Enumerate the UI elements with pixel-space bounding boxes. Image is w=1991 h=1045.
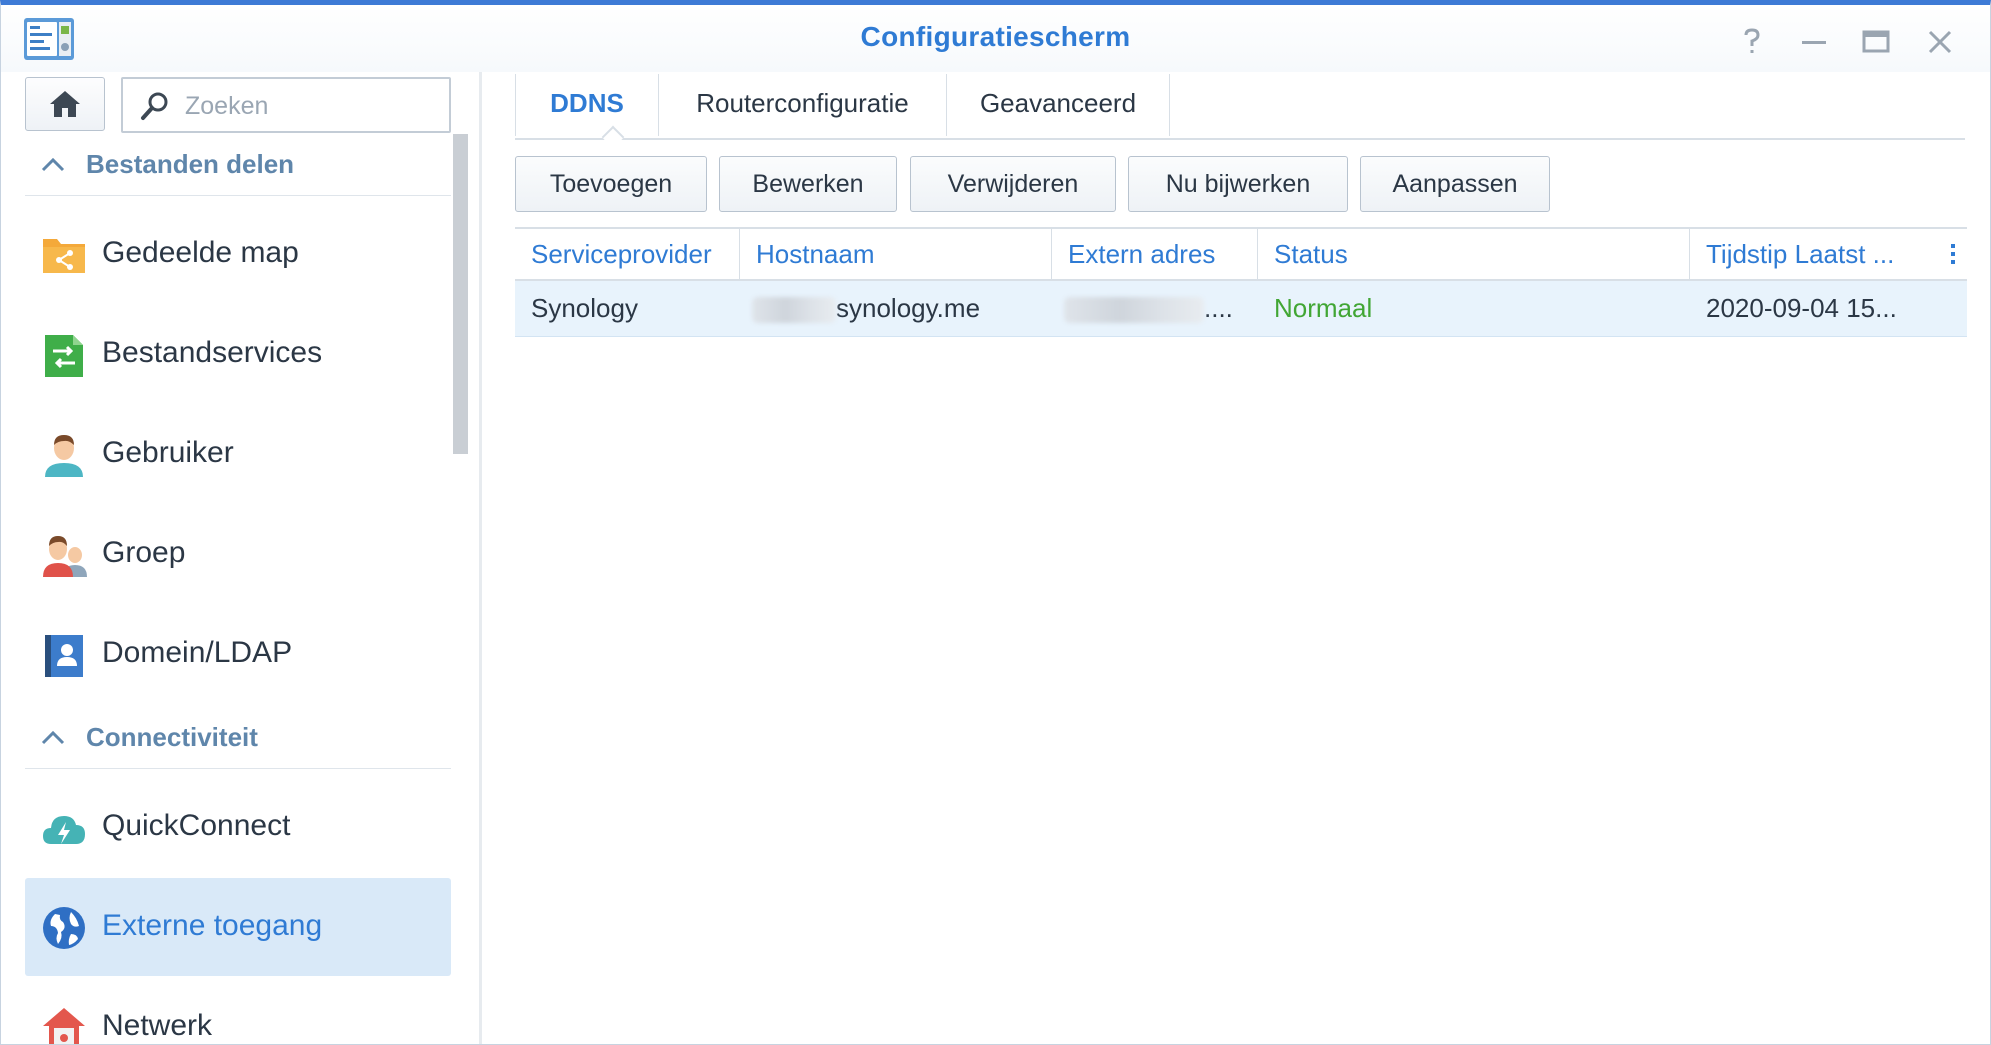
sidebar-item-gebruiker[interactable]: Gebruiker [25,405,451,503]
section-connectiviteit[interactable]: Connectiviteit [25,707,451,769]
shared-folder-icon [43,239,85,273]
window-title: Configuratiescherm [860,21,1131,52]
sidebar-item-bestandservices[interactable]: Bestandservices [25,305,451,403]
title-bar[interactable]: Configuratiescherm [1,5,1990,72]
sidebar-item-gedeelde-map[interactable]: Gedeelde map [25,205,451,303]
file-services-icon [45,335,83,377]
main-panel: DDNS Routerconfiguratie Geavanceerd Toev… [483,72,1990,1044]
table-row[interactable]: Synology synology.me .... Normaal 2020-0… [515,281,1967,337]
sidebar-item-label: Externe toegang [102,909,323,942]
search-box[interactable] [121,77,451,133]
hostname-suffix: synology.me [836,293,981,323]
domain-ldap-icon [45,635,83,677]
column-header-serviceprovider[interactable]: Serviceprovider [515,229,740,279]
quickconnect-icon [43,816,85,844]
group-icon [43,536,87,577]
close-icon [1928,30,1952,54]
sidebar-item-externe-toegang[interactable]: Externe toegang [25,878,451,976]
user-icon [45,435,83,477]
search-icon [141,92,168,120]
sidebar-item-label: Gedeelde map [102,236,299,269]
sidebar-item-domein-ldap[interactable]: Domein/LDAP [25,605,451,703]
column-header-extern-adres[interactable]: Extern adres [1052,229,1258,279]
chevron-up-icon [41,157,65,172]
redacted-text [1064,297,1204,324]
add-button[interactable]: Toevoegen [515,156,707,212]
delete-button[interactable]: Verwijderen [910,156,1116,212]
help-icon [1744,28,1760,53]
chevron-up-icon [41,730,65,745]
cell-external-address: .... [1052,281,1258,335]
sidebar-item-quickconnect[interactable]: QuickConnect [25,778,451,876]
tab-geavanceerd[interactable]: Geavanceerd [947,74,1170,136]
maximize-icon [1862,30,1890,53]
update-now-button[interactable]: Nu bijwerken [1128,156,1348,212]
tab-routerconfiguratie[interactable]: Routerconfiguratie [659,74,947,136]
sidebar-scrollbar-thumb[interactable] [453,134,468,454]
home-button[interactable] [25,77,105,131]
tab-bar: DDNS Routerconfiguratie Geavanceerd [515,74,1965,149]
column-header-status[interactable]: Status [1258,229,1690,279]
cell-hostname: synology.me [740,281,1052,335]
cell-last-updated: 2020-09-04 15... [1706,293,1897,323]
home-icon [50,91,80,117]
sidebar-item-label: Domein/LDAP [102,636,293,669]
sidebar-item-label: Gebruiker [102,436,234,469]
section-label: Bestanden delen [86,149,295,179]
section-label: Connectiviteit [86,722,258,752]
customize-button[interactable]: Aanpassen [1360,156,1550,212]
section-bestanden-delen[interactable]: Bestanden delen [25,134,451,196]
sidebar-divider [479,72,482,1044]
column-options-icon[interactable] [1939,241,1967,267]
search-input[interactable] [183,87,442,125]
help-button[interactable] [1735,25,1769,59]
network-icon [43,1008,85,1044]
column-header-last-updated[interactable]: Tijdstip Laatst ... [1690,229,1925,279]
sidebar-item-label: Netwerk [102,1009,213,1042]
sidebar-item-label: Bestandservices [102,336,323,369]
cell-provider: Synology [531,293,638,323]
maximize-button[interactable] [1859,25,1893,59]
tab-ddns[interactable]: DDNS [515,74,659,136]
edit-button[interactable]: Bewerken [719,156,897,212]
close-button[interactable] [1923,25,1957,59]
column-header-hostnaam[interactable]: Hostnaam [740,229,1052,279]
redacted-text [752,297,836,324]
control-panel-window: Configuratiescherm Zoeken Bestanden dele… [0,0,1991,1045]
sidebar-item-label: QuickConnect [102,809,291,842]
sidebar: Bestanden delen Gedeelde map Bestandserv… [1,72,479,1044]
sidebar-item-netwerk[interactable]: Netwerk [25,978,451,1044]
sidebar-item-groep[interactable]: Groep [25,505,451,603]
table-header: Serviceprovider Hostnaam Extern adres St… [515,227,1967,281]
cell-status: Normaal [1274,293,1373,323]
sidebar-item-label: Groep [102,536,186,569]
minimize-button[interactable] [1797,25,1831,59]
external-address-suffix: .... [1204,293,1233,323]
external-access-icon [43,907,85,949]
minimize-icon [1802,41,1826,44]
